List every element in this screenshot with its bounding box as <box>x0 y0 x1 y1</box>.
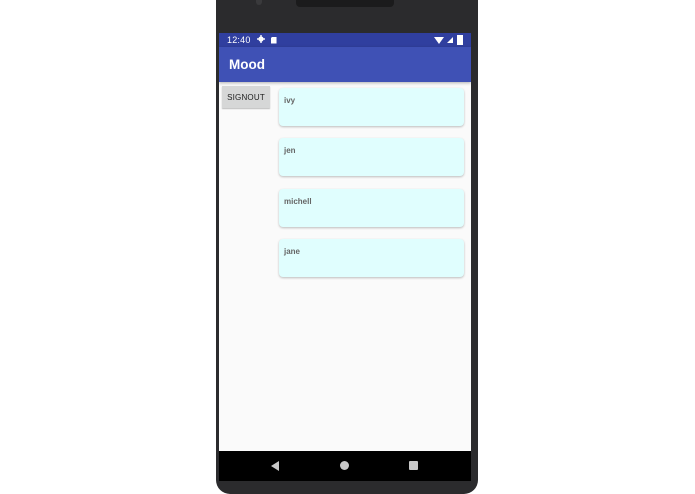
user-card-name: jane <box>284 247 301 256</box>
user-card[interactable]: michell <box>279 189 464 227</box>
home-icon[interactable] <box>340 461 349 470</box>
status-bar: 12:40 <box>219 33 471 47</box>
battery-icon <box>457 35 463 45</box>
user-card-name: ivy <box>284 96 296 105</box>
signout-button[interactable]: SIGNOUT <box>222 86 270 108</box>
user-card-name: jen <box>284 146 296 155</box>
back-icon[interactable] <box>271 461 279 471</box>
user-card-name: michell <box>284 197 312 206</box>
navigation-bar <box>219 451 471 481</box>
cell-signal-icon <box>447 37 453 43</box>
user-card[interactable]: jen <box>279 138 464 176</box>
sd-card-icon <box>270 36 277 44</box>
recents-icon[interactable] <box>409 461 418 470</box>
speaker-grille <box>296 0 394 7</box>
app-title: Mood <box>229 57 265 72</box>
user-card[interactable]: jane <box>279 239 464 277</box>
device-screen: 12:40 Mood SIGNOUT ivy jen michell jane <box>219 33 471 481</box>
status-time: 12:40 <box>227 35 251 45</box>
wifi-icon <box>434 36 444 44</box>
user-card[interactable]: ivy <box>279 88 464 126</box>
status-right-icons <box>434 35 463 45</box>
app-bar: Mood <box>219 47 471 82</box>
gear-icon <box>256 35 265 45</box>
